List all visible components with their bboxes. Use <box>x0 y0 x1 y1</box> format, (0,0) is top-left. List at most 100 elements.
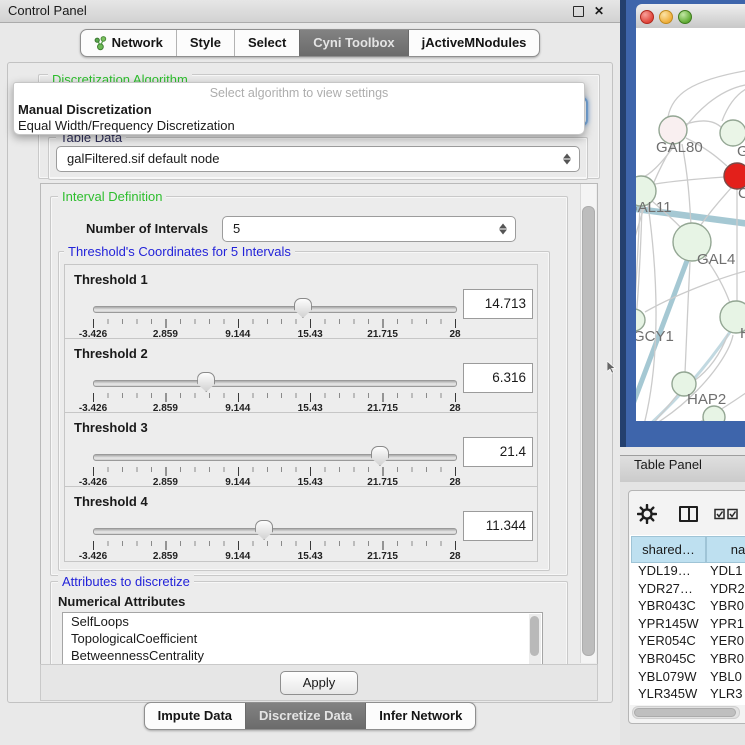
bottom-tab-bar: Impute Data Discretize Data Infer Networ… <box>0 702 620 730</box>
mouse-cursor <box>607 361 617 375</box>
number-of-intervals-combobox[interactable]: 5 <box>222 216 516 242</box>
number-of-intervals-value: 5 <box>233 217 240 240</box>
tab-jactivemnodules[interactable]: jActiveMNodules <box>408 30 540 56</box>
table-panel-title: Table Panel <box>634 457 702 472</box>
table-horizontal-scrollbar[interactable] <box>632 706 740 719</box>
slider-ticks <box>93 393 456 402</box>
tick-label: -3.426 <box>79 551 107 562</box>
threshold-value-field[interactable]: 11.344 <box>463 511 533 541</box>
tab-network[interactable]: Network <box>81 30 176 56</box>
table-row[interactable]: YBL079WYBL0 <box>630 668 745 686</box>
apply-button[interactable]: Apply <box>280 671 358 695</box>
slider-ticks <box>93 319 456 328</box>
table-row[interactable]: YDL19… YDL1 <box>630 562 745 580</box>
column-header-shared-name[interactable]: shared… <box>631 536 706 563</box>
cell-shared-name: YER054C <box>638 632 696 650</box>
slider-thumb-icon[interactable] <box>294 298 312 318</box>
tab-discretize-data[interactable]: Discretize Data <box>245 703 365 729</box>
threshold-label: Threshold 4 <box>74 494 148 509</box>
split-columns-icon[interactable] <box>679 506 698 522</box>
thresholds-group-title: Threshold's Coordinates for 5 Intervals <box>64 244 295 259</box>
threshold-label: Threshold 2 <box>74 346 148 361</box>
cell-name: YDL1 <box>710 562 743 580</box>
node-label-g: G <box>737 143 745 160</box>
node-bottom[interactable] <box>703 406 725 428</box>
spinner-arrows-icon <box>563 154 570 165</box>
threshold-slider[interactable]: -3.4262.8599.14415.4321.71528 <box>93 445 455 485</box>
threshold-slider[interactable]: -3.4262.8599.14415.4321.71528 <box>93 371 455 411</box>
float-window-icon[interactable] <box>573 6 584 17</box>
threshold-value-field[interactable]: 21.4 <box>463 437 533 467</box>
tab-label: Network <box>112 30 163 56</box>
table-row[interactable]: YDR27…YDR2 <box>630 580 745 598</box>
table-row[interactable]: YER054C YER0 <box>630 632 745 650</box>
cell-name: YLR3 <box>710 685 743 703</box>
node-label-h: H <box>740 325 745 342</box>
application-window: Control Panel ✕ Network Style Sel <box>0 0 745 745</box>
threshold-label: Threshold 3 <box>74 420 148 435</box>
slider-tick-labels: -3.4262.8599.14415.4321.71528 <box>93 551 455 563</box>
threshold-value-field[interactable]: 6.316 <box>463 363 533 393</box>
dropdown-option-equal-width[interactable]: Equal Width/Frequency Discretization <box>18 118 235 133</box>
table-row[interactable]: YLR345WYLR3 <box>630 685 745 703</box>
table-row[interactable]: YBR043CYBR0 <box>630 597 745 615</box>
attributes-scrollbar[interactable] <box>529 614 541 664</box>
slider-thumb-icon[interactable] <box>197 372 215 392</box>
attribute-list-item[interactable]: BetweennessCentrality <box>63 647 542 664</box>
network-graph: GAL80 G C GAL11 GAL4 GCY1 H HAP2 <box>620 0 745 455</box>
network-icon <box>94 36 107 51</box>
slider-track[interactable] <box>93 306 457 313</box>
gear-icon[interactable] <box>637 504 657 524</box>
tab-label: Cyni Toolbox <box>313 30 394 56</box>
table-rows: YDL19… YDL1YDR27…YDR2YBR043CYBR0YPR145WYP… <box>630 562 745 706</box>
tab-impute-data[interactable]: Impute Data <box>145 703 245 729</box>
algorithm-dropdown-popup: Select algorithm to view settings Manual… <box>13 82 585 135</box>
tab-cyni-toolbox[interactable]: Cyni Toolbox <box>299 30 407 56</box>
tab-select[interactable]: Select <box>234 30 299 56</box>
attributes-scrollbar-thumb[interactable] <box>530 616 539 656</box>
table-data-combobox[interactable]: galFiltered.sif default node <box>56 146 580 172</box>
cell-shared-name: YDR27… <box>638 580 693 598</box>
numerical-attributes-list[interactable]: SelfLoopsTopologicalCoefficientBetweenne… <box>62 612 543 666</box>
threshold-row: Threshold 1 -3.4262.8599.14415.4321.7152… <box>64 264 538 340</box>
tab-infer-network[interactable]: Infer Network <box>365 703 475 729</box>
cell-name: YPR1 <box>710 615 744 633</box>
slider-track[interactable] <box>93 454 457 461</box>
vertical-scrollbar-thumb[interactable] <box>582 206 595 656</box>
threshold-label: Threshold 1 <box>74 272 148 287</box>
control-panel: Control Panel ✕ Network Style Sel <box>0 0 620 745</box>
tab-style[interactable]: Style <box>176 30 234 56</box>
table-horizontal-scrollbar-thumb[interactable] <box>634 708 736 717</box>
tab-label: Style <box>190 30 221 56</box>
attribute-list-item[interactable]: SelfLoops <box>63 613 542 630</box>
column-header-name[interactable]: name <box>706 536 745 563</box>
slider-thumb-icon[interactable] <box>371 446 389 466</box>
cell-name: YBR0 <box>710 650 744 668</box>
dropdown-option-manual[interactable]: Manual Discretization <box>18 102 152 117</box>
slider-ticks <box>93 467 456 476</box>
threshold-slider[interactable]: -3.4262.8599.14415.4321.71528 <box>93 519 455 559</box>
threshold-rows: Threshold 1 -3.4262.8599.14415.4321.7152… <box>64 265 538 563</box>
threshold-value-field[interactable]: 14.713 <box>463 289 533 319</box>
cell-shared-name: YDL19… <box>638 562 691 580</box>
cell-name: YER0 <box>710 632 744 650</box>
table-row[interactable]: YPR145WYPR1 <box>630 615 745 633</box>
table-row[interactable]: YBR045C YBR0 <box>630 650 745 668</box>
node-label-c: C <box>738 185 745 202</box>
close-icon[interactable]: ✕ <box>594 3 604 19</box>
slider-thumb-icon[interactable] <box>255 520 273 540</box>
tick-label: 9.144 <box>225 551 250 562</box>
cell-shared-name: YBR045C <box>638 650 696 668</box>
tick-label: 2.859 <box>153 551 178 562</box>
slider-track[interactable] <box>93 380 457 387</box>
threshold-row: Threshold 2 -3.4262.8599.14415.4321.7152… <box>64 338 538 414</box>
tick-label: 28 <box>449 551 460 562</box>
cell-name: YBR0 <box>710 597 744 615</box>
numerical-attributes-label: Numerical Attributes <box>58 594 185 609</box>
threshold-slider[interactable]: -3.4262.8599.14415.4321.71528 <box>93 297 455 337</box>
select-columns-icon[interactable] <box>714 508 742 520</box>
slider-ticks <box>93 541 456 550</box>
tick-label: 15.43 <box>298 551 323 562</box>
slider-track[interactable] <box>93 528 457 535</box>
attribute-list-item[interactable]: TopologicalCoefficient <box>63 630 542 647</box>
